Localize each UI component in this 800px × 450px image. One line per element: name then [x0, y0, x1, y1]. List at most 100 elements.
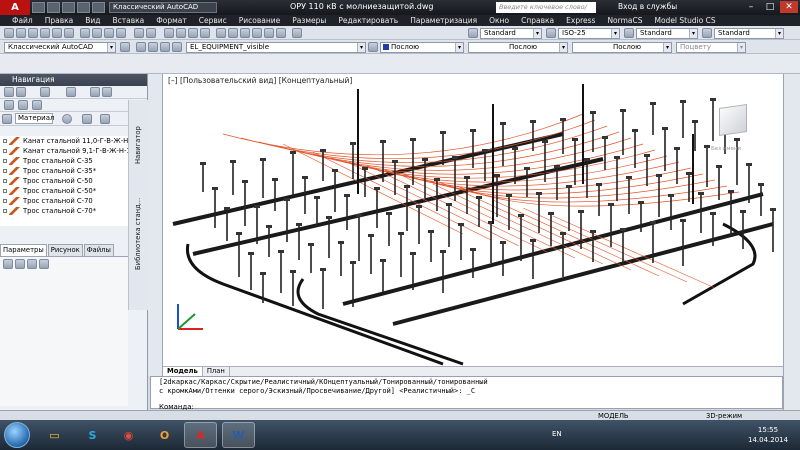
save-icon[interactable]: [40, 28, 50, 38]
tree-item[interactable]: Трос стальной С-50: [0, 176, 128, 186]
menu-parametric[interactable]: Параметризация: [410, 16, 477, 25]
refresh-icon[interactable]: [16, 87, 26, 97]
text-style-select[interactable]: Standard ▾: [480, 28, 542, 39]
layer-select[interactable]: EL_EQUIPMENT_visible ▾: [186, 42, 366, 53]
tab-parameters[interactable]: Параметры: [0, 244, 47, 256]
print-icon[interactable]: [52, 28, 62, 38]
expand-icon[interactable]: [3, 149, 7, 153]
viewcube-label[interactable]: Без имени: [711, 146, 741, 152]
workspace-select-2[interactable]: Классический AutoCAD ▾: [4, 42, 116, 53]
menu-help[interactable]: Справка: [521, 16, 554, 25]
viewport-label[interactable]: [–] [Пользовательский вид] [Концептуальн…: [168, 76, 352, 85]
expand-icon[interactable]: [3, 139, 7, 143]
expand-icon[interactable]: [3, 189, 7, 193]
workspace-select[interactable]: Классический AutoCAD: [109, 2, 217, 13]
play-icon[interactable]: [40, 87, 50, 97]
viewcube-face[interactable]: [719, 104, 747, 136]
help-icon[interactable]: [292, 28, 302, 38]
model-space-toggle[interactable]: МОДЕЛЬ: [598, 412, 629, 420]
color-select[interactable]: Послою ▾: [380, 42, 464, 53]
sphere-icon[interactable]: [62, 114, 72, 124]
properties-icon[interactable]: [18, 100, 28, 110]
edit-icon[interactable]: [27, 259, 37, 269]
skype-icon[interactable]: S: [76, 422, 109, 448]
menu-format[interactable]: Формат: [156, 16, 186, 25]
layer-lock-icon[interactable]: [172, 42, 182, 52]
preview-icon[interactable]: [64, 28, 74, 38]
expand-icon[interactable]: [3, 199, 7, 203]
search-input[interactable]: Введите ключевое слово/фразу: [496, 2, 596, 21]
tree-item[interactable]: Канат стальной 11,0-Г-В-Ж-Н-1: [0, 136, 128, 146]
outlook-icon[interactable]: O: [148, 422, 181, 448]
expand-icon[interactable]: [3, 159, 7, 163]
folder-icon[interactable]: [4, 87, 14, 97]
language-indicator[interactable]: EN: [552, 430, 562, 438]
expand-icon[interactable]: [3, 179, 7, 183]
paste-icon[interactable]: [104, 28, 114, 38]
explorer-icon[interactable]: ▭: [38, 422, 71, 448]
menu-modify[interactable]: Редактировать: [338, 16, 398, 25]
calculator-icon[interactable]: [276, 28, 286, 38]
minimize-button[interactable]: –: [742, 1, 760, 13]
zoom-realtime-icon[interactable]: [176, 28, 186, 38]
layer-freeze-icon[interactable]: [160, 42, 170, 52]
tab-standard-library[interactable]: Библиотека станд...: [134, 198, 142, 270]
lineweight-select[interactable]: Послою ▾: [572, 42, 672, 53]
linetype-select[interactable]: Послою ▾: [468, 42, 568, 53]
tree-item[interactable]: Трос стальной С-35: [0, 156, 128, 166]
tree-item[interactable]: Канат стальной 9,1-Г-В-Ж-Н-16: [0, 146, 128, 156]
open-icon[interactable]: [28, 28, 38, 38]
menu-insert[interactable]: Вставка: [113, 16, 145, 25]
tab-files[interactable]: Файлы: [83, 244, 114, 256]
menu-dimension[interactable]: Размеры: [292, 16, 326, 25]
undo-icon[interactable]: [134, 28, 144, 38]
plotstyle-select[interactable]: Поцвету ▾: [676, 42, 746, 53]
menu-draw[interactable]: Рисование: [239, 16, 281, 25]
filter-edit-icon[interactable]: [102, 87, 112, 97]
clock[interactable]: 15:55 14.04.2014: [748, 425, 788, 445]
open-file-icon[interactable]: [47, 2, 60, 13]
cut-icon[interactable]: [100, 114, 110, 124]
material-field[interactable]: Материал: [15, 113, 54, 124]
tool-palettes-icon[interactable]: [240, 28, 250, 38]
expand-icon[interactable]: [3, 169, 7, 173]
markup-icon[interactable]: [264, 28, 274, 38]
menu-express[interactable]: Express: [566, 16, 595, 25]
sheet-set-icon[interactable]: [252, 28, 262, 38]
mleader-style-select[interactable]: Standard ▾: [714, 28, 784, 39]
properties-icon[interactable]: [216, 28, 226, 38]
close-button[interactable]: ✕: [780, 1, 798, 13]
tree-view-icon[interactable]: [66, 87, 76, 97]
menu-file[interactable]: Файл: [12, 16, 33, 25]
zoom-window-icon[interactable]: [188, 28, 198, 38]
zoom-previous-icon[interactable]: [200, 28, 210, 38]
menu-model-studio[interactable]: Model Studio CS: [655, 16, 716, 25]
drawing-viewport[interactable]: [–] [Пользовательский вид] [Концептуальн…: [163, 74, 783, 366]
3d-model-scene[interactable]: [163, 74, 783, 366]
qnew-icon[interactable]: [16, 28, 26, 38]
command-window[interactable]: [2dкаркас/Каркас/Скрытие/Реалистичный/КО…: [150, 376, 783, 411]
pan-icon[interactable]: [164, 28, 174, 38]
tree-item[interactable]: Трос стальной С-35*: [0, 166, 128, 176]
dim-style-icon[interactable]: [546, 28, 556, 38]
cut-icon[interactable]: [80, 28, 90, 38]
maximize-button[interactable]: □: [761, 1, 779, 13]
cube-icon[interactable]: [82, 114, 92, 124]
tree-item[interactable]: Трос стальной С-50*: [0, 186, 128, 196]
workspace-mode-button[interactable]: 3D-режим: [706, 412, 742, 420]
layer-properties-icon[interactable]: [136, 42, 146, 52]
menu-view[interactable]: Вид: [85, 16, 100, 25]
search-icon[interactable]: [4, 100, 14, 110]
tab-drawing[interactable]: Рисунок: [47, 244, 83, 256]
autocad-logo-icon[interactable]: A: [0, 0, 30, 15]
redo-icon[interactable]: [146, 28, 156, 38]
filter-icon[interactable]: [90, 87, 100, 97]
new-file-icon[interactable]: [32, 2, 45, 13]
tab-model[interactable]: Модель: [163, 367, 203, 376]
login-button[interactable]: Вход в службы: [618, 2, 677, 11]
table-style-select[interactable]: Standard ▾: [636, 28, 698, 39]
menu-normacs[interactable]: NormaCS: [607, 16, 642, 25]
word-icon[interactable]: W: [222, 422, 255, 448]
tab-navigator[interactable]: Навигатор: [134, 126, 142, 164]
redo-icon[interactable]: [92, 2, 105, 13]
